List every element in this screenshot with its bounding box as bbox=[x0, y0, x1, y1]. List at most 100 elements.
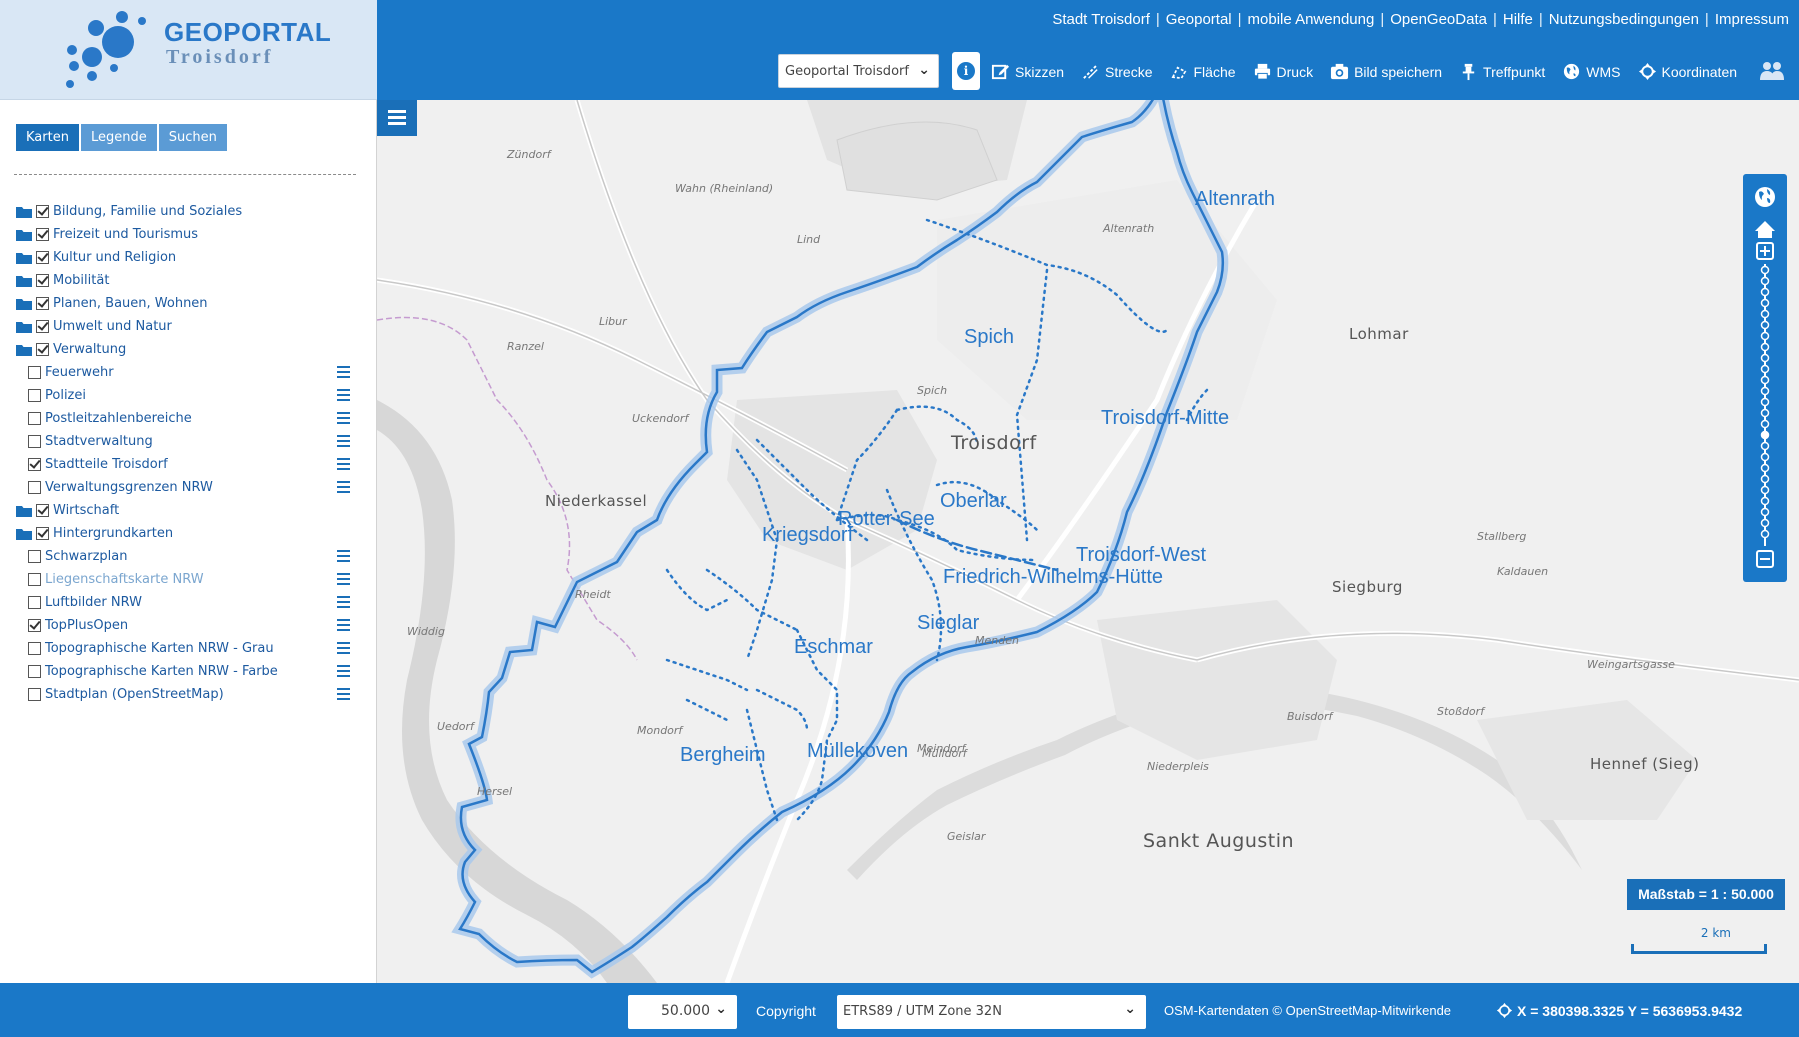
layer-row[interactable]: Stadtplan (OpenStreetMap) bbox=[16, 683, 362, 706]
layer-menu-icon[interactable] bbox=[337, 688, 350, 700]
layer-row[interactable]: Schwarzplan bbox=[16, 545, 362, 568]
layer-row[interactable]: Liegenschaftskarte NRW bbox=[16, 568, 362, 591]
layer-checkbox[interactable] bbox=[28, 665, 41, 678]
link-stadt-troisdorf[interactable]: Stadt Troisdorf bbox=[1052, 11, 1150, 28]
layer-checkbox[interactable] bbox=[36, 251, 49, 264]
layer-row[interactable]: Wirtschaft bbox=[16, 499, 362, 522]
place-label: Niederpleis bbox=[1147, 760, 1209, 773]
folder-icon[interactable] bbox=[16, 206, 32, 218]
layer-checkbox[interactable] bbox=[36, 320, 49, 333]
layer-checkbox[interactable] bbox=[36, 274, 49, 287]
layer-menu-icon[interactable] bbox=[337, 366, 350, 378]
layer-menu-icon[interactable] bbox=[337, 550, 350, 562]
layer-menu-icon[interactable] bbox=[337, 389, 350, 401]
layer-row[interactable]: Postleitzahlenbereiche bbox=[16, 407, 362, 430]
link-geoportal[interactable]: Geoportal bbox=[1166, 11, 1232, 28]
tool-treffpunkt[interactable]: Treffpunkt bbox=[1459, 62, 1545, 81]
layer-menu-icon[interactable] bbox=[337, 435, 350, 447]
crs-select[interactable]: ETRS89 / UTM Zone 32N ⌄ bbox=[837, 995, 1146, 1029]
layer-menu-icon[interactable] bbox=[337, 573, 350, 585]
layer-checkbox[interactable] bbox=[28, 642, 41, 655]
tab-suchen[interactable]: Suchen bbox=[158, 124, 227, 151]
folder-icon[interactable] bbox=[16, 229, 32, 241]
layer-row[interactable]: Verwaltung bbox=[16, 338, 362, 361]
layer-menu-icon[interactable] bbox=[337, 665, 350, 677]
layer-checkbox[interactable] bbox=[28, 619, 41, 632]
layer-row[interactable]: Bildung, Familie und Soziales bbox=[16, 200, 362, 223]
scale-select[interactable]: 50.000 ⌄ bbox=[628, 995, 737, 1029]
portal-select[interactable]: Geoportal Troisdorf ⌄ bbox=[778, 54, 939, 88]
layer-checkbox[interactable] bbox=[28, 389, 41, 402]
layer-checkbox[interactable] bbox=[28, 435, 41, 448]
layer-row[interactable]: Mobilität bbox=[16, 269, 362, 292]
folder-icon[interactable] bbox=[16, 505, 32, 517]
layer-label: Kultur und Religion bbox=[53, 250, 177, 265]
map-menu-button[interactable] bbox=[377, 100, 417, 136]
place-label: Rheidt bbox=[575, 588, 611, 601]
map-canvas[interactable] bbox=[377, 100, 1799, 983]
layer-row[interactable]: Umwelt und Natur bbox=[16, 315, 362, 338]
layer-checkbox[interactable] bbox=[28, 596, 41, 609]
tool-druck[interactable]: Druck bbox=[1253, 62, 1313, 81]
layer-checkbox[interactable] bbox=[28, 550, 41, 563]
layer-row[interactable]: Planen, Bauen, Wohnen bbox=[16, 292, 362, 315]
layer-checkbox[interactable] bbox=[36, 527, 49, 540]
layer-checkbox[interactable] bbox=[36, 228, 49, 241]
tab-legende[interactable]: Legende bbox=[80, 124, 157, 151]
layer-checkbox[interactable] bbox=[36, 297, 49, 310]
folder-icon[interactable] bbox=[16, 275, 32, 287]
layer-menu-icon[interactable] bbox=[337, 642, 350, 654]
folder-icon[interactable] bbox=[16, 528, 32, 540]
tool-koordinaten[interactable]: Koordinaten bbox=[1638, 62, 1737, 81]
tool-skizzen[interactable]: Skizzen bbox=[991, 62, 1064, 81]
logo-block[interactable]: GEOPORTAL Troisdorf bbox=[0, 0, 377, 100]
layer-row[interactable]: Luftbilder NRW bbox=[16, 591, 362, 614]
layer-menu-icon[interactable] bbox=[337, 596, 350, 608]
tab-karten[interactable]: Karten bbox=[16, 124, 79, 151]
layer-row[interactable]: Stadtteile Troisdorf bbox=[16, 453, 362, 476]
layer-menu-icon[interactable] bbox=[337, 481, 350, 493]
tool-wms[interactable]: WMS bbox=[1562, 62, 1621, 81]
folder-icon[interactable] bbox=[16, 298, 32, 310]
layer-row[interactable]: Kultur und Religion bbox=[16, 246, 362, 269]
tool-flaeche[interactable]: Fläche bbox=[1170, 62, 1236, 81]
layer-row[interactable]: Feuerwehr bbox=[16, 361, 362, 384]
layer-row[interactable]: Polizei bbox=[16, 384, 362, 407]
layer-row[interactable]: Stadtverwaltung bbox=[16, 430, 362, 453]
link-nutzungsbedingungen[interactable]: Nutzungsbedingungen bbox=[1549, 11, 1699, 28]
info-button[interactable]: i bbox=[952, 52, 980, 90]
users-icon[interactable] bbox=[1759, 60, 1785, 82]
link-impressum[interactable]: Impressum bbox=[1715, 11, 1789, 28]
layer-row[interactable]: Topographische Karten NRW - Farbe bbox=[16, 660, 362, 683]
layer-checkbox[interactable] bbox=[28, 573, 41, 586]
layer-checkbox[interactable] bbox=[28, 688, 41, 701]
layer-checkbox[interactable] bbox=[36, 504, 49, 517]
layer-row[interactable]: Freizeit und Tourismus bbox=[16, 223, 362, 246]
layer-row[interactable]: Verwaltungsgrenzen NRW bbox=[16, 476, 362, 499]
link-opengeodata[interactable]: OpenGeoData bbox=[1390, 11, 1487, 28]
copyright-link[interactable]: Copyright bbox=[756, 1003, 816, 1019]
tool-bild-speichern[interactable]: Bild speichern bbox=[1330, 62, 1442, 81]
tool-strecke[interactable]: Strecke bbox=[1081, 62, 1153, 81]
layer-menu-icon[interactable] bbox=[337, 412, 350, 424]
link-mobile[interactable]: mobile Anwendung bbox=[1248, 11, 1375, 28]
folder-icon[interactable] bbox=[16, 321, 32, 333]
layer-checkbox[interactable] bbox=[28, 481, 41, 494]
layer-checkbox[interactable] bbox=[36, 343, 49, 356]
layer-row[interactable]: Hintergrundkarten bbox=[16, 522, 362, 545]
layer-checkbox[interactable] bbox=[28, 412, 41, 425]
layer-row[interactable]: TopPlusOpen bbox=[16, 614, 362, 637]
zoom-controls[interactable] bbox=[1743, 174, 1787, 582]
layer-menu-icon[interactable] bbox=[337, 619, 350, 631]
layer-checkbox[interactable] bbox=[36, 205, 49, 218]
folder-icon[interactable] bbox=[16, 344, 32, 356]
map-view[interactable]: Zündorf Wahn (Rheinland) Lind Libur Ranz… bbox=[377, 100, 1799, 983]
folder-icon[interactable] bbox=[16, 252, 32, 264]
place-label-sankt-augustin: Sankt Augustin bbox=[1143, 830, 1295, 852]
tool-label: Bild speichern bbox=[1354, 63, 1443, 80]
layer-menu-icon[interactable] bbox=[337, 458, 350, 470]
link-hilfe[interactable]: Hilfe bbox=[1503, 11, 1533, 28]
layer-checkbox[interactable] bbox=[28, 458, 41, 471]
layer-checkbox[interactable] bbox=[28, 366, 41, 379]
layer-row[interactable]: Topographische Karten NRW - Grau bbox=[16, 637, 362, 660]
